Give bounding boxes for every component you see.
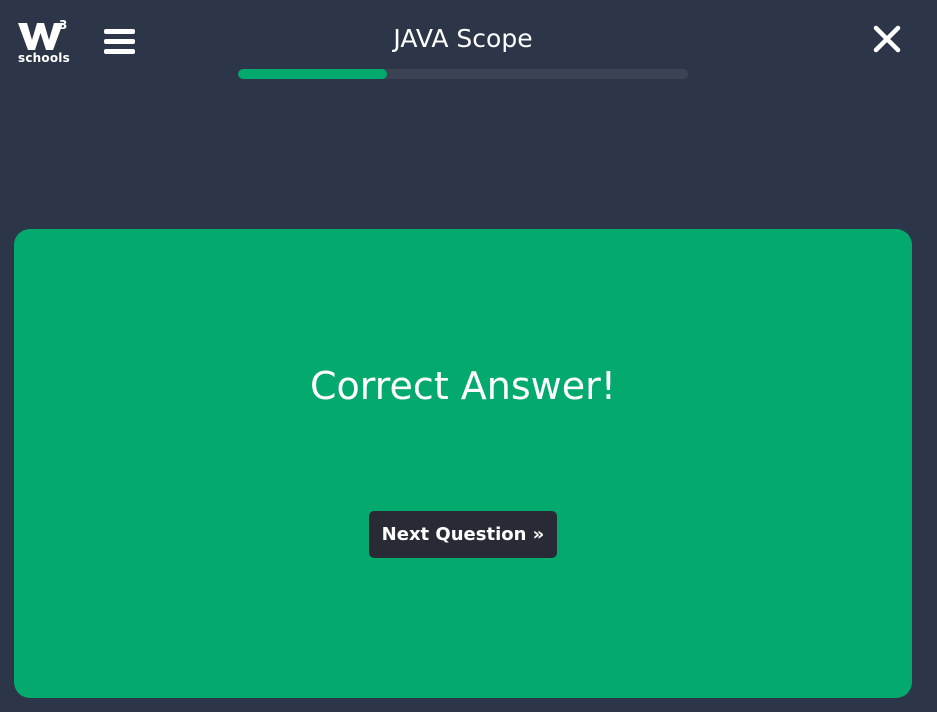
quiz-title: JAVA Scope xyxy=(393,24,533,53)
hamburger-menu-icon[interactable] xyxy=(104,28,135,56)
logo-superscript: 3 xyxy=(59,18,67,32)
w3schools-logo-mark: 3 xyxy=(18,18,67,50)
next-question-button[interactable]: Next Question » xyxy=(369,511,557,558)
quiz-progress-fill xyxy=(238,69,387,79)
logo-wordmark: schools xyxy=(18,51,70,65)
quiz-progress-bar xyxy=(238,69,688,79)
w3schools-logo[interactable]: 3 schools xyxy=(18,18,70,66)
result-panel: Correct Answer! Next Question » xyxy=(14,229,912,698)
result-message: Correct Answer! xyxy=(310,364,616,408)
close-icon[interactable] xyxy=(870,22,904,56)
